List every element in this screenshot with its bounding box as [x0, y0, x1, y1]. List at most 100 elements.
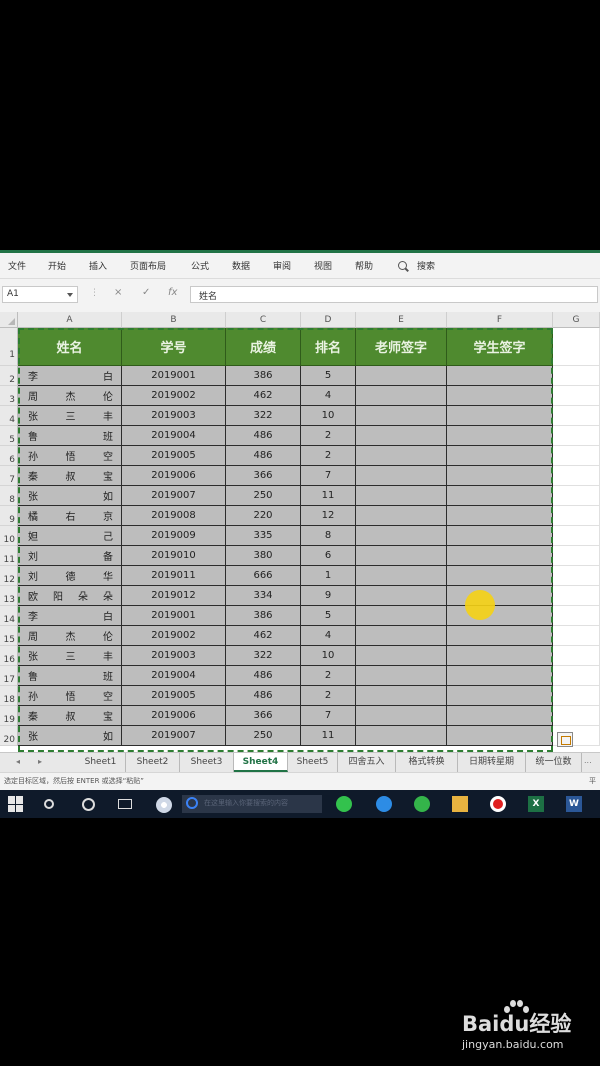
rank-cell[interactable]: 4 [301, 386, 356, 406]
score-cell[interactable]: 486 [226, 666, 301, 686]
student-id-cell[interactable]: 2019005 [122, 446, 226, 466]
name-cell[interactable]: 欧阳朵朵 [18, 586, 122, 606]
score-cell[interactable]: 322 [226, 646, 301, 666]
score-cell[interactable]: 250 [226, 726, 301, 746]
sheet-tab-sheet3[interactable]: Sheet3 [180, 753, 234, 772]
row-header-8[interactable]: 8 [0, 486, 18, 506]
student-signature-cell[interactable] [447, 726, 553, 746]
student-id-cell[interactable]: 2019003 [122, 646, 226, 666]
ribbon-tab-review[interactable]: 审阅 [273, 259, 291, 272]
column-header-d[interactable]: D [301, 312, 356, 328]
sheet-tab-sheet5[interactable]: Sheet5 [288, 753, 338, 772]
empty-cell[interactable] [553, 366, 600, 386]
rank-cell[interactable]: 7 [301, 706, 356, 726]
row-header-4[interactable]: 4 [0, 406, 18, 426]
empty-cell[interactable] [553, 386, 600, 406]
rank-cell[interactable]: 4 [301, 626, 356, 646]
row-header-15[interactable]: 15 [0, 626, 18, 646]
tab-nav-prev-icon[interactable]: ◂ [16, 757, 20, 766]
student-id-cell[interactable]: 2019007 [122, 726, 226, 746]
teacher-signature-cell[interactable] [356, 646, 447, 666]
empty-cell[interactable] [553, 666, 600, 686]
rank-cell[interactable]: 2 [301, 666, 356, 686]
empty-cell[interactable] [553, 546, 600, 566]
teacher-signature-cell[interactable] [356, 706, 447, 726]
empty-cell[interactable] [553, 626, 600, 646]
sheet-tab-sheet4[interactable]: Sheet4 [234, 753, 288, 772]
row-header-16[interactable]: 16 [0, 646, 18, 666]
rank-cell[interactable]: 11 [301, 486, 356, 506]
name-cell[interactable]: 周杰伦 [18, 626, 122, 646]
ribbon-tab-file[interactable]: 文件 [8, 259, 26, 272]
student-signature-cell[interactable] [447, 466, 553, 486]
row-header-9[interactable]: 9 [0, 506, 18, 526]
task-view-icon[interactable] [118, 799, 132, 809]
sheet-tab-rounding[interactable]: 四舍五入 [338, 753, 396, 772]
table-header-cell[interactable]: 学号 [122, 328, 226, 366]
name-cell[interactable]: 鲁班 [18, 666, 122, 686]
table-header-cell[interactable]: 成绩 [226, 328, 301, 366]
teacher-signature-cell[interactable] [356, 626, 447, 646]
tab-nav-next-icon[interactable]: ▸ [38, 757, 42, 766]
row-header-20[interactable]: 20 [0, 726, 18, 746]
rank-cell[interactable]: 5 [301, 366, 356, 386]
file-explorer-icon[interactable] [452, 796, 468, 812]
empty-cell[interactable] [553, 506, 600, 526]
windows-start-icon[interactable] [8, 796, 24, 812]
student-id-cell[interactable]: 2019006 [122, 706, 226, 726]
student-signature-cell[interactable] [447, 566, 553, 586]
rank-cell[interactable]: 2 [301, 426, 356, 446]
ribbon-tab-data[interactable]: 数据 [232, 259, 250, 272]
column-header-g[interactable]: G [553, 312, 600, 328]
student-signature-cell[interactable] [447, 446, 553, 466]
score-cell[interactable]: 486 [226, 426, 301, 446]
teacher-signature-cell[interactable] [356, 686, 447, 706]
worksheet-grid[interactable]: A B C D E F G 1 2 3 4 5 6 7 8 9 10 11 12 13 14 15 16 17 18 19 20 姓名… [0, 312, 600, 752]
score-cell[interactable]: 486 [226, 446, 301, 466]
student-id-cell[interactable]: 2019011 [122, 566, 226, 586]
teacher-signature-cell[interactable] [356, 446, 447, 466]
search-icon[interactable] [398, 261, 407, 270]
empty-cell[interactable] [553, 466, 600, 486]
student-id-cell[interactable]: 2019007 [122, 486, 226, 506]
sheet-tab-date-weekday[interactable]: 日期转星期 [458, 753, 526, 772]
student-signature-cell[interactable] [447, 366, 553, 386]
name-cell[interactable]: 橘右京 [18, 506, 122, 526]
enter-icon[interactable]: ✓ [142, 287, 150, 298]
wechat-icon[interactable] [336, 796, 352, 812]
student-id-cell[interactable]: 2019001 [122, 366, 226, 386]
sheet-tab-uniform-digits[interactable]: 统一位数 [526, 753, 582, 772]
table-header-cell[interactable]: 排名 [301, 328, 356, 366]
empty-cell[interactable] [553, 526, 600, 546]
row-header-10[interactable]: 10 [0, 526, 18, 546]
score-cell[interactable]: 366 [226, 706, 301, 726]
row-header-11[interactable]: 11 [0, 546, 18, 566]
score-cell[interactable]: 386 [226, 366, 301, 386]
score-cell[interactable]: 486 [226, 686, 301, 706]
teacher-signature-cell[interactable] [356, 566, 447, 586]
student-id-cell[interactable]: 2019001 [122, 606, 226, 626]
student-signature-cell[interactable] [447, 586, 553, 606]
ribbon-tab-view[interactable]: 视图 [314, 259, 332, 272]
row-header-7[interactable]: 7 [0, 466, 18, 486]
name-cell[interactable]: 孙悟空 [18, 446, 122, 466]
row-header-14[interactable]: 14 [0, 606, 18, 626]
score-cell[interactable]: 462 [226, 626, 301, 646]
table-header-cell[interactable]: 学生签字 [447, 328, 553, 366]
row-header-2[interactable]: 2 [0, 366, 18, 386]
student-signature-cell[interactable] [447, 606, 553, 626]
student-signature-cell[interactable] [447, 626, 553, 646]
empty-cell[interactable] [553, 586, 600, 606]
rank-cell[interactable]: 6 [301, 546, 356, 566]
student-id-cell[interactable]: 2019005 [122, 686, 226, 706]
name-cell[interactable]: 刘德华 [18, 566, 122, 586]
sheet-tab-sheet1[interactable]: Sheet1 [76, 753, 126, 772]
name-cell[interactable]: 周杰伦 [18, 386, 122, 406]
student-signature-cell[interactable] [447, 546, 553, 566]
sheet-tab-format-convert[interactable]: 格式转换 [396, 753, 458, 772]
ribbon-tab-insert[interactable]: 插入 [89, 259, 107, 272]
empty-cell[interactable] [553, 406, 600, 426]
teacher-signature-cell[interactable] [356, 666, 447, 686]
score-cell[interactable]: 366 [226, 466, 301, 486]
score-cell[interactable]: 335 [226, 526, 301, 546]
